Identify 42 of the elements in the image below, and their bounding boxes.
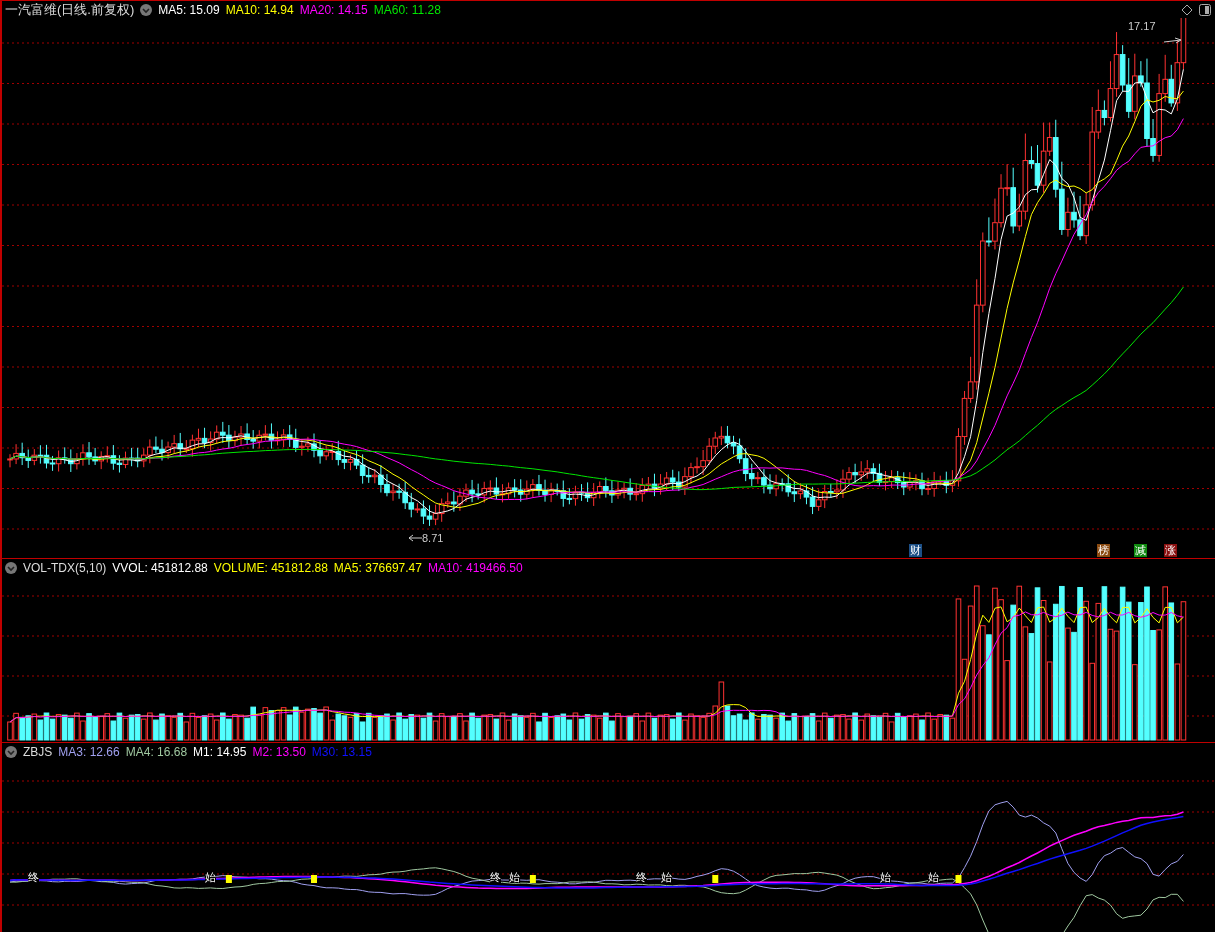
indicator-value: VVOL: 451812.88 — [112, 560, 208, 575]
signal-label: 始 — [508, 871, 520, 883]
chevron-circle-icon[interactable] — [140, 3, 153, 16]
indicator-value: MA60: 11.28 — [373, 2, 441, 17]
panel-toggle-icon[interactable] — [1199, 4, 1211, 16]
chevron-circle-icon[interactable] — [5, 745, 17, 758]
signal-label: 终 — [490, 871, 502, 883]
event-badge[interactable]: 涨 — [1164, 544, 1178, 557]
indicator-name: ZBJS — [23, 744, 53, 759]
signal-marker — [955, 875, 962, 883]
event-badge[interactable]: 榜 — [1097, 544, 1111, 557]
signal-label: 终 — [28, 871, 40, 883]
indicator-value: MA20: 14.15 — [299, 2, 368, 17]
signal-label: 始 — [660, 871, 672, 883]
diamond-icon[interactable] — [1181, 4, 1193, 16]
signal-marker — [225, 875, 232, 883]
signal-label: 始 — [204, 871, 216, 883]
indicator-value: MA10: 419466.50 — [427, 560, 523, 575]
event-badge[interactable]: 减 — [1133, 544, 1147, 557]
price-label: 8.71 — [422, 532, 444, 544]
indicator-value: MA10: 14.94 — [225, 2, 294, 17]
indicator-value: M30: 13.15 — [311, 744, 372, 759]
indicator-value: MA5: 376697.47 — [333, 560, 422, 575]
signal-marker — [311, 875, 317, 883]
signal-marker — [529, 875, 536, 883]
signal-label: 始 — [879, 871, 891, 883]
indicator-value: M1: 14.95 — [193, 744, 247, 759]
stock-title: 一汽富维(日线.前复权) — [5, 0, 135, 19]
indicator-value: MA4: 16.68 — [125, 744, 188, 759]
indicator-value: MA5: 15.09 — [158, 2, 220, 17]
indicator-value: M2: 13.50 — [252, 744, 306, 759]
price-label: 17.17 — [1128, 20, 1156, 32]
leader-line — [408, 534, 423, 542]
indicator-value: MA3: 12.66 — [58, 744, 120, 759]
event-badge[interactable]: 财 — [908, 544, 922, 557]
indicator-name: VOL-TDX(5,10) — [23, 560, 107, 575]
indicator-value: VOLUME: 451812.88 — [213, 560, 328, 575]
signal-marker — [712, 875, 719, 883]
signal-label: 终 — [636, 871, 648, 883]
chevron-circle-icon[interactable] — [5, 561, 17, 574]
signal-label: 始 — [928, 871, 940, 883]
leader-line — [1163, 37, 1182, 44]
